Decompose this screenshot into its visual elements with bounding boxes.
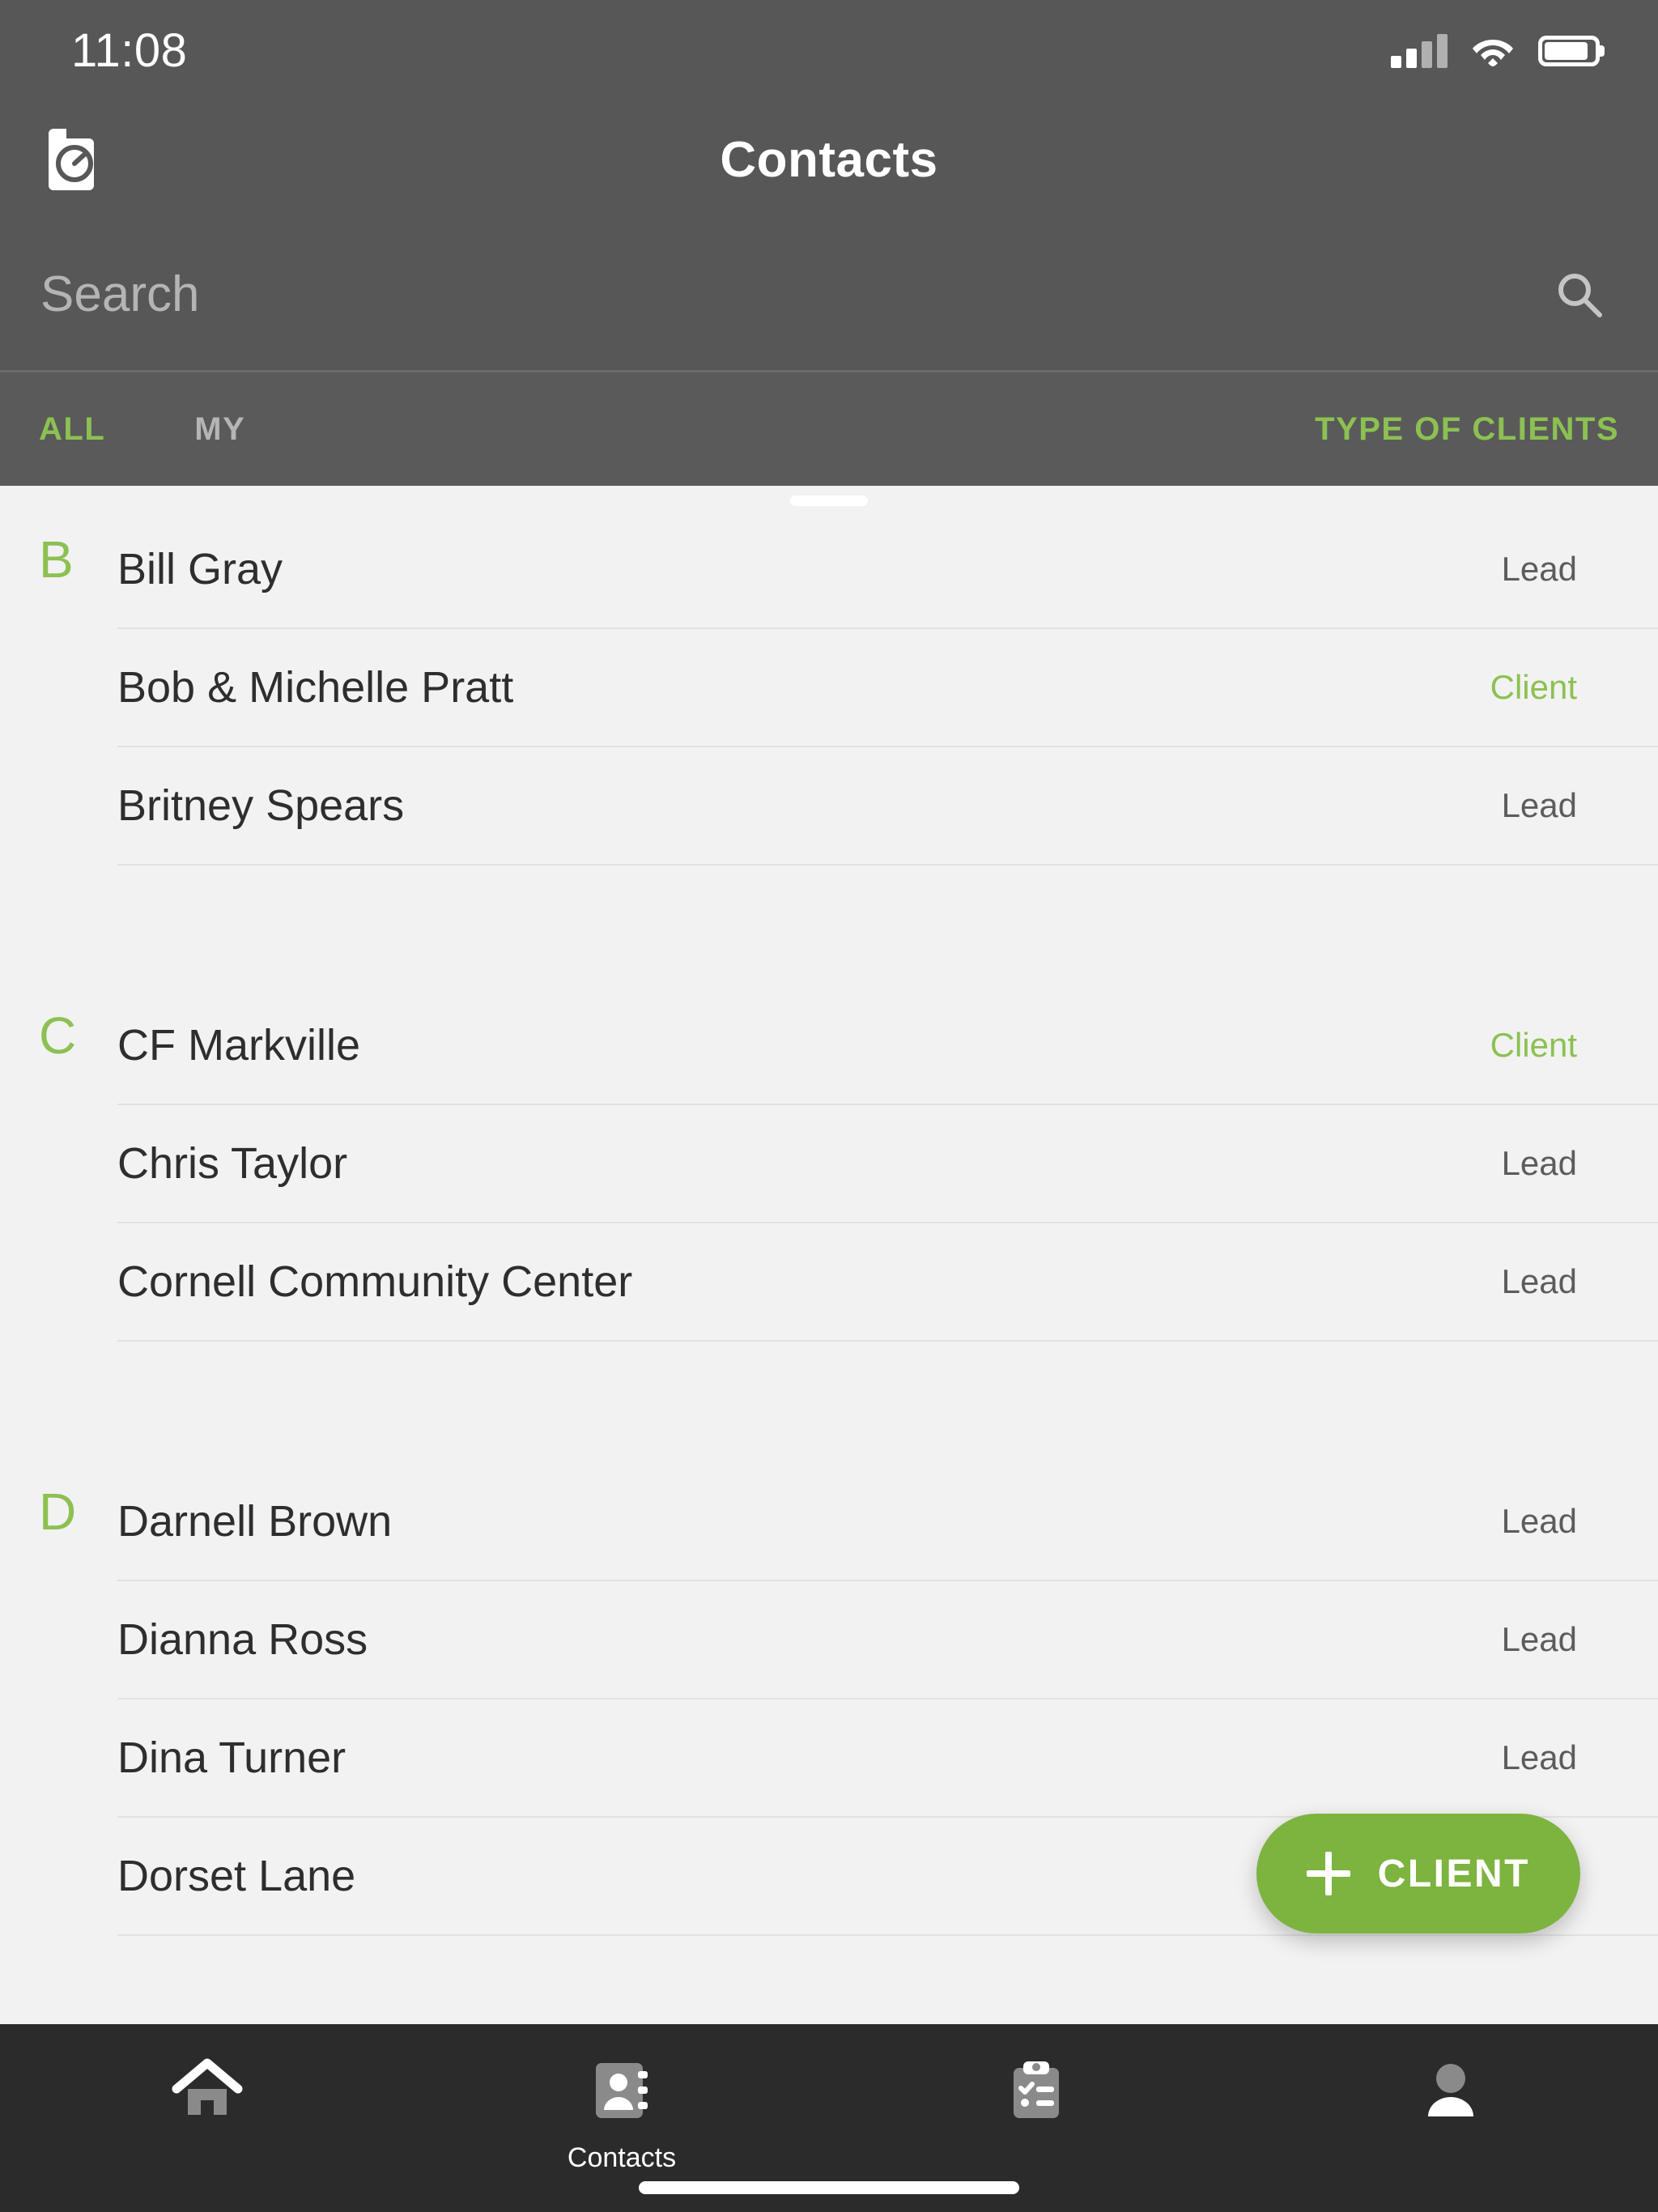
- contact-group-rows: Bill Gray Lead Bob & Michelle Pratt Client B…: [117, 511, 1658, 866]
- bottom-navigation: Contacts: [0, 2024, 1658, 2212]
- contacts-book-icon: [585, 2053, 659, 2128]
- type-of-clients-filter[interactable]: TYPE OF CLIENTS: [1315, 411, 1619, 448]
- contact-name: Cornell Community Center: [117, 1257, 633, 1306]
- nav-item-contacts[interactable]: Contacts: [414, 2053, 829, 2174]
- page-title: Contacts: [720, 132, 938, 188]
- contact-name: Dianna Ross: [117, 1615, 368, 1664]
- contact-name: CF Markville: [117, 1021, 361, 1070]
- contact-name: Dina Turner: [117, 1733, 346, 1782]
- contact-group-rows: CF Markville Client Chris Taylor Lead Cornel…: [117, 987, 1658, 1342]
- contact-name: Dorset Lane: [117, 1852, 356, 1900]
- table-row[interactable]: Dianna Ross Lead: [117, 1581, 1658, 1699]
- status-badge: Lead: [1501, 1738, 1577, 1776]
- table-row[interactable]: Bill Gray Lead: [117, 511, 1658, 629]
- status-bar: 11:08: [0, 0, 1658, 101]
- contact-name: Britney Spears: [117, 781, 405, 830]
- contact-list[interactable]: B Bill Gray Lead Bob & Michelle Pratt Client…: [0, 486, 1658, 2024]
- search-icon[interactable]: [1554, 270, 1605, 320]
- status-badge: Lead: [1501, 1144, 1577, 1182]
- nav-item-contacts-label: Contacts: [567, 2142, 677, 2173]
- status-badge: Client: [1490, 1026, 1577, 1064]
- table-row[interactable]: Chris Taylor Lead: [117, 1105, 1658, 1223]
- home-indicator: [639, 2181, 1019, 2194]
- battery-icon: [1538, 35, 1600, 66]
- plus-icon: [1306, 1852, 1350, 1895]
- status-badge: Lead: [1501, 550, 1577, 588]
- contact-name: Darnell Brown: [117, 1497, 393, 1546]
- search-input[interactable]: [40, 266, 1292, 323]
- filter-row: ALL MY TYPE OF CLIENTS: [0, 372, 1658, 486]
- contact-groups: B Bill Gray Lead Bob & Michelle Pratt Client…: [0, 511, 1658, 1936]
- group-letter: B: [39, 530, 74, 589]
- contact-name: Bill Gray: [117, 545, 283, 593]
- nav-item-home[interactable]: [0, 2053, 414, 2128]
- wifi-icon: [1472, 35, 1514, 67]
- status-badge: Lead: [1501, 1502, 1577, 1540]
- contact-name: Bob & Michelle Pratt: [117, 663, 514, 712]
- nav-item-tasks[interactable]: [829, 2053, 1244, 2128]
- scroll-indicator: [790, 496, 868, 506]
- group-letter: C: [39, 1006, 77, 1065]
- table-row[interactable]: Britney Spears Lead: [117, 747, 1658, 866]
- contact-group: C CF Markville Client Chris Taylor Lead Corne…: [0, 987, 1658, 1342]
- table-row[interactable]: CF Markville Client: [117, 987, 1658, 1105]
- filter-tabs: ALL MY: [39, 411, 245, 448]
- app-bar: Contacts: [0, 101, 1658, 219]
- person-profile-icon: [1414, 2053, 1488, 2128]
- status-bar-time: 11:08: [71, 24, 188, 77]
- add-client-label: CLIENT: [1377, 1852, 1530, 1895]
- status-badge: Lead: [1501, 1620, 1577, 1658]
- table-row[interactable]: Dina Turner Lead: [117, 1699, 1658, 1818]
- status-badge: Lead: [1501, 786, 1577, 824]
- contact-group: B Bill Gray Lead Bob & Michelle Pratt Client…: [0, 511, 1658, 866]
- contact-name: Chris Taylor: [117, 1139, 348, 1188]
- app-screen: 11:08 Contacts Search ALL MY TYPE OF CLI…: [0, 0, 1658, 2212]
- status-badge: Lead: [1501, 1262, 1577, 1300]
- table-row[interactable]: Bob & Michelle Pratt Client: [117, 629, 1658, 747]
- group-letter: D: [39, 1482, 77, 1541]
- tab-all[interactable]: ALL: [39, 411, 105, 448]
- status-badge: Client: [1490, 668, 1577, 706]
- tab-my[interactable]: MY: [194, 411, 245, 448]
- signal-bars-icon: [1391, 33, 1448, 68]
- add-client-button[interactable]: CLIENT: [1256, 1814, 1580, 1933]
- home-icon: [170, 2053, 244, 2128]
- search-bar: [0, 219, 1658, 372]
- table-row[interactable]: Cornell Community Center Lead: [117, 1223, 1658, 1342]
- clipboard-tasks-icon: [999, 2053, 1073, 2128]
- status-bar-icons: [1391, 33, 1600, 68]
- nav-item-profile[interactable]: [1244, 2053, 1658, 2128]
- table-row[interactable]: Darnell Brown Lead: [117, 1463, 1658, 1581]
